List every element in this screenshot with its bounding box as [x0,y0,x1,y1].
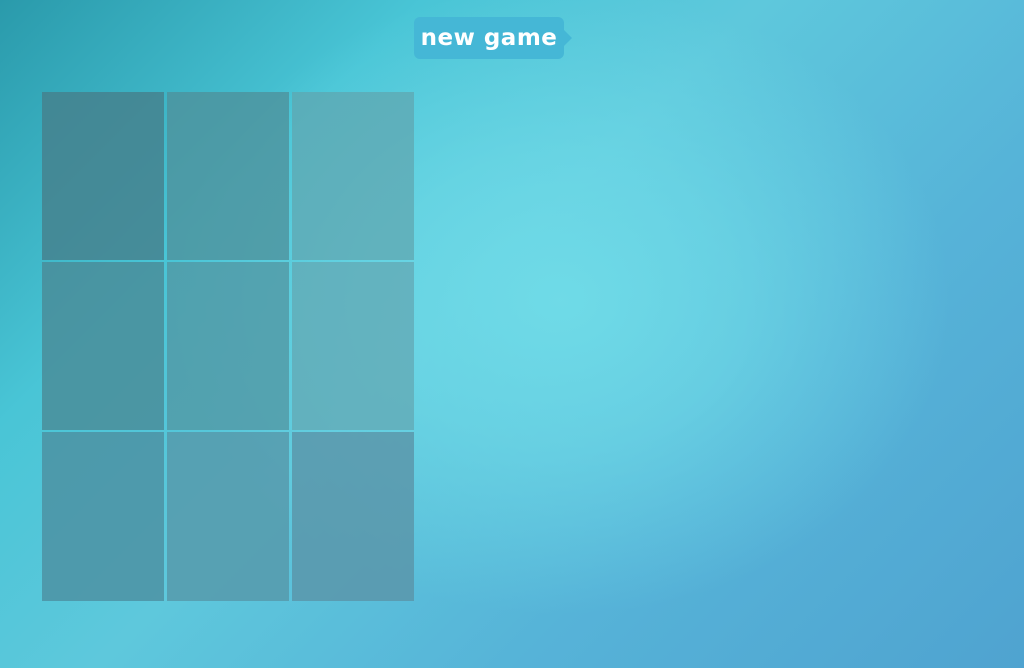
board-cell-8[interactable] [167,432,289,601]
board-cell-2[interactable] [167,92,289,260]
new-game-label: new game [420,25,558,51]
board-cell-3[interactable] [292,92,414,260]
board-cell-6[interactable] [292,262,414,430]
speech-tail-shape [564,30,572,46]
board-cell-5[interactable] [167,262,289,430]
board-cell-9[interactable] [292,432,414,601]
game-board [42,92,414,601]
new-game-button[interactable]: new game [414,17,572,59]
board-cell-7[interactable] [42,432,164,601]
board-cell-1[interactable] [42,92,164,260]
board-cell-4[interactable] [42,262,164,430]
